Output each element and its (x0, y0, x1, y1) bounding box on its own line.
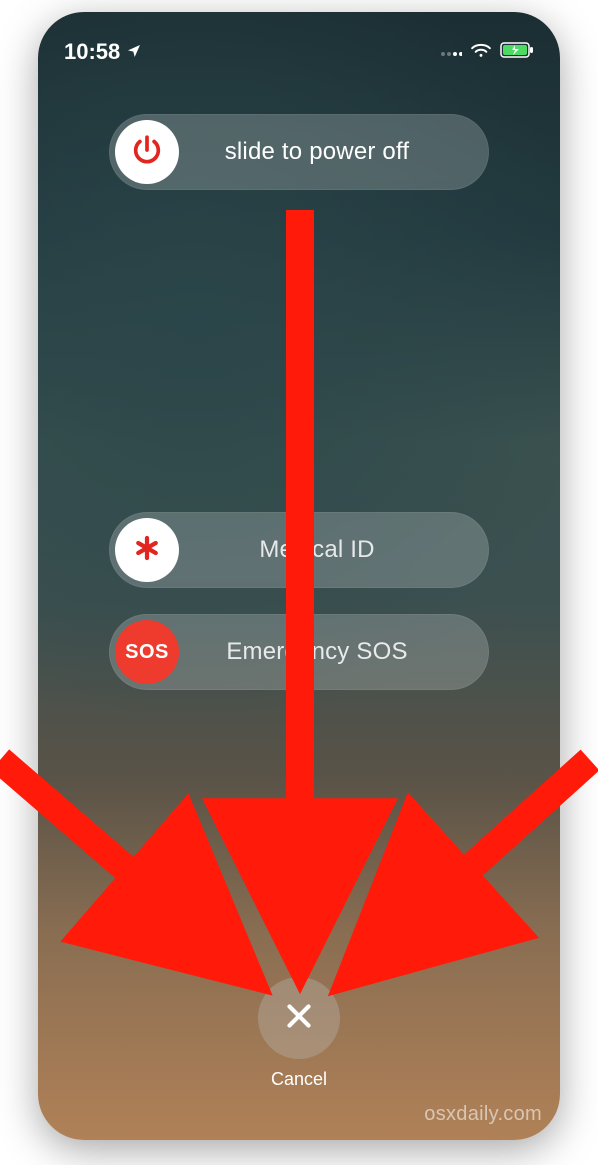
cancel-label: Cancel (271, 1069, 327, 1090)
slide-to-power-off-slider[interactable]: slide to power off (109, 114, 489, 190)
cancel-button[interactable] (258, 977, 340, 1059)
status-time: 10:58 (64, 39, 120, 65)
wifi-icon (470, 42, 492, 63)
iphone-power-off-screen: 10:58 (38, 12, 560, 1140)
cell-signal-icon (440, 43, 462, 62)
emergency-sos-knob[interactable]: SOS (115, 620, 179, 684)
watermark-text: osxdaily.com (424, 1103, 542, 1126)
power-icon (130, 133, 164, 172)
emergency-sos-label: Emergency SOS (179, 638, 483, 666)
cancel-area: Cancel (258, 977, 340, 1090)
medical-id-label: Medical ID (179, 536, 483, 564)
medical-id-slider[interactable]: Medical ID (109, 512, 489, 588)
battery-charging-icon (500, 42, 534, 63)
status-bar-left: 10:58 (64, 39, 142, 65)
close-icon (280, 997, 318, 1040)
location-arrow-icon (126, 39, 142, 65)
emergency-sos-slider[interactable]: SOS Emergency SOS (109, 614, 489, 690)
power-off-label: slide to power off (179, 138, 483, 166)
status-bar: 10:58 (38, 32, 560, 72)
power-off-knob[interactable] (115, 120, 179, 184)
sos-icon: SOS (125, 641, 169, 664)
status-bar-right (440, 42, 534, 63)
asterisk-icon (132, 533, 162, 568)
medical-id-knob[interactable] (115, 518, 179, 582)
